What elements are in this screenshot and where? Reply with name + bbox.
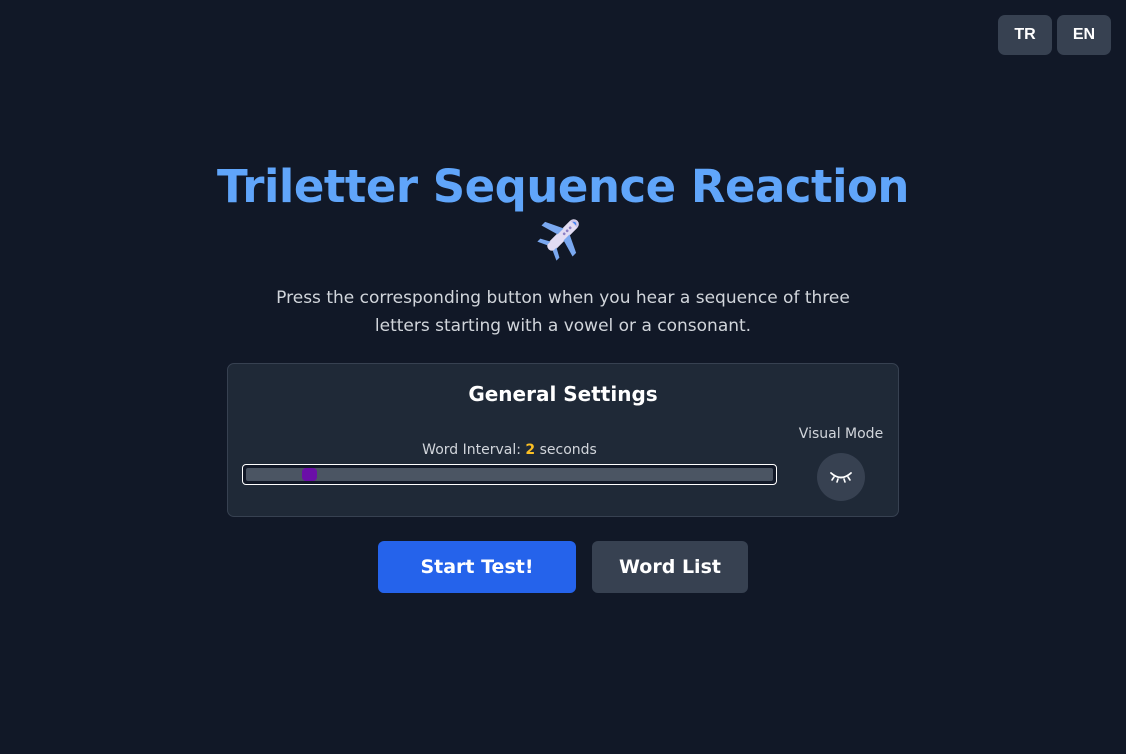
instructions-text: Press the corresponding button when you …	[276, 288, 850, 336]
slider-track[interactable]	[246, 468, 773, 481]
word-interval-prefix: Word Interval:	[422, 442, 521, 458]
start-test-button[interactable]: Start Test!	[378, 541, 576, 593]
visual-mode-toggle[interactable]	[817, 453, 865, 501]
language-switcher: TR EN	[998, 15, 1111, 55]
word-interval-value: 2	[525, 442, 536, 458]
language-tr-button[interactable]: TR	[998, 15, 1052, 55]
word-interval-slider[interactable]	[242, 464, 777, 485]
word-interval-unit: seconds	[539, 442, 597, 458]
word-list-button[interactable]: Word List	[592, 541, 748, 593]
language-en-button[interactable]: EN	[1057, 15, 1111, 55]
closed-eye-icon	[830, 472, 852, 483]
word-interval-label: Word Interval: 2 seconds	[242, 442, 777, 458]
general-settings-panel: General Settings Word Interval: 2 second…	[227, 363, 899, 517]
airplane-icon	[537, 219, 579, 261]
settings-title: General Settings	[468, 382, 658, 406]
visual-mode-label: Visual Mode	[798, 426, 884, 442]
page-title: Triletter Sequence Reaction	[217, 160, 909, 213]
slider-thumb[interactable]	[302, 468, 318, 481]
